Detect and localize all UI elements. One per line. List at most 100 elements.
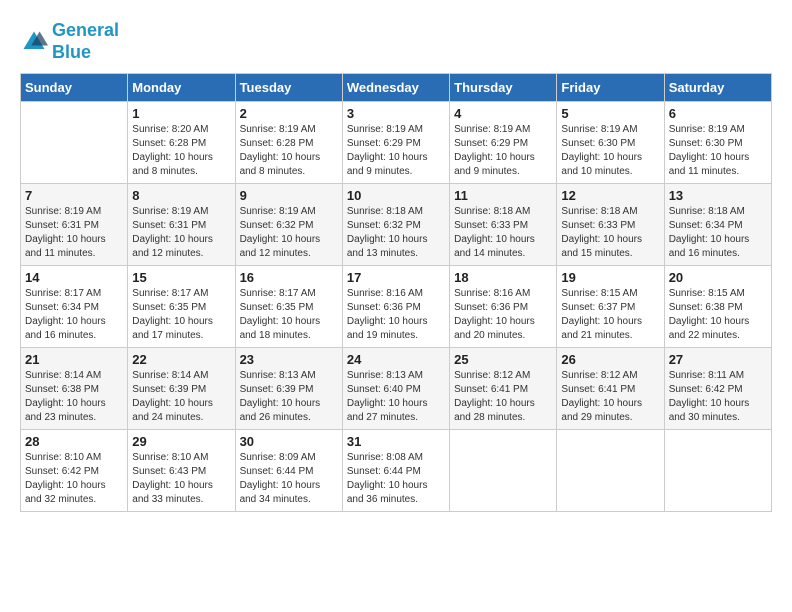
- weekday-header-friday: Friday: [557, 74, 664, 102]
- calendar-cell: 8 Sunrise: 8:19 AMSunset: 6:31 PMDaylight…: [128, 184, 235, 266]
- calendar-cell: 21Sunrise: 8:14 AMSunset: 6:38 PMDayligh…: [21, 348, 128, 430]
- calendar-week-3: 14 Sunrise: 8:17 AMSunset: 6:34 PMDayligh…: [21, 266, 772, 348]
- calendar-cell: 4Sunrise: 8:19 AMSunset: 6:29 PMDaylight…: [450, 102, 557, 184]
- day-info: Sunrise: 8:08 AMSunset: 6:44 PMDaylight:…: [347, 451, 445, 507]
- day-info: Sunrise: 8:16 AMSunset: 6:36 PMDaylight:…: [347, 287, 445, 343]
- day-info: Sunrise: 8:17 AMSunset: 6:34 PMDaylight:…: [25, 287, 123, 343]
- weekday-header-sunday: Sunday: [21, 74, 128, 102]
- day-number: 5: [561, 106, 659, 121]
- day-number: 26: [561, 352, 659, 367]
- calendar-cell: 23 Sunrise: 8:13 AMSunset: 6:39 PMDayligh…: [235, 348, 342, 430]
- day-number: 25: [454, 352, 552, 367]
- weekday-header-monday: Monday: [128, 74, 235, 102]
- calendar-cell: 28 Sunrise: 8:10 AMSunset: 6:42 PMDayligh…: [21, 430, 128, 512]
- calendar-cell: 6 Sunrise: 8:19 AMSunset: 6:30 PMDaylight…: [664, 102, 771, 184]
- day-number: 30: [240, 434, 338, 449]
- calendar-cell: 22 Sunrise: 8:14 AMSunset: 6:39 PMDayligh…: [128, 348, 235, 430]
- day-info: Sunrise: 8:19 AMSunset: 6:30 PMDaylight:…: [561, 123, 659, 179]
- logo: General Blue: [20, 20, 119, 63]
- day-info: Sunrise: 8:13 AMSunset: 6:40 PMDaylight:…: [347, 369, 445, 425]
- day-info: Sunrise: 8:19 AMSunset: 6:28 PMDaylight:…: [240, 123, 338, 179]
- day-number: 18: [454, 270, 552, 285]
- logo-icon: [20, 28, 48, 56]
- day-number: 1: [132, 106, 230, 121]
- day-info: Sunrise: 8:19 AMSunset: 6:30 PMDaylight:…: [669, 123, 767, 179]
- calendar-cell: 24 Sunrise: 8:13 AMSunset: 6:40 PMDayligh…: [342, 348, 449, 430]
- day-number: 20: [669, 270, 767, 285]
- day-info: Sunrise: 8:15 AMSunset: 6:38 PMDaylight:…: [669, 287, 767, 343]
- calendar-cell: 7 Sunrise: 8:19 AMSunset: 6:31 PMDaylight…: [21, 184, 128, 266]
- day-number: 7: [25, 188, 123, 203]
- day-number: 24: [347, 352, 445, 367]
- day-info: Sunrise: 8:12 AMSunset: 6:41 PMDaylight:…: [454, 369, 552, 425]
- day-info: Sunrise: 8:14 AMSunset: 6:38 PMDaylight:…: [25, 369, 123, 425]
- calendar-week-5: 28 Sunrise: 8:10 AMSunset: 6:42 PMDayligh…: [21, 430, 772, 512]
- calendar-body: 1 Sunrise: 8:20 AMSunset: 6:28 PMDaylight…: [21, 102, 772, 512]
- calendar-cell: 1 Sunrise: 8:20 AMSunset: 6:28 PMDaylight…: [128, 102, 235, 184]
- calendar-cell: [664, 430, 771, 512]
- page-header: General Blue: [20, 20, 772, 63]
- day-number: 11: [454, 188, 552, 203]
- calendar-cell: 17 Sunrise: 8:16 AMSunset: 6:36 PMDayligh…: [342, 266, 449, 348]
- day-info: Sunrise: 8:17 AMSunset: 6:35 PMDaylight:…: [240, 287, 338, 343]
- day-info: Sunrise: 8:17 AMSunset: 6:35 PMDaylight:…: [132, 287, 230, 343]
- day-info: Sunrise: 8:15 AMSunset: 6:37 PMDaylight:…: [561, 287, 659, 343]
- day-number: 14: [25, 270, 123, 285]
- day-number: 15: [132, 270, 230, 285]
- calendar-week-2: 7 Sunrise: 8:19 AMSunset: 6:31 PMDaylight…: [21, 184, 772, 266]
- day-number: 19: [561, 270, 659, 285]
- day-number: 27: [669, 352, 767, 367]
- calendar-cell: 25 Sunrise: 8:12 AMSunset: 6:41 PMDayligh…: [450, 348, 557, 430]
- day-number: 16: [240, 270, 338, 285]
- day-number: 13: [669, 188, 767, 203]
- weekday-header-tuesday: Tuesday: [235, 74, 342, 102]
- calendar-cell: [450, 430, 557, 512]
- calendar-cell: 9Sunrise: 8:19 AMSunset: 6:32 PMDaylight…: [235, 184, 342, 266]
- weekday-header-wednesday: Wednesday: [342, 74, 449, 102]
- day-info: Sunrise: 8:19 AMSunset: 6:31 PMDaylight:…: [132, 205, 230, 261]
- calendar-cell: 30 Sunrise: 8:09 AMSunset: 6:44 PMDayligh…: [235, 430, 342, 512]
- day-number: 29: [132, 434, 230, 449]
- day-number: 31: [347, 434, 445, 449]
- day-info: Sunrise: 8:18 AMSunset: 6:33 PMDaylight:…: [454, 205, 552, 261]
- day-info: Sunrise: 8:10 AMSunset: 6:43 PMDaylight:…: [132, 451, 230, 507]
- calendar-cell: 12 Sunrise: 8:18 AMSunset: 6:33 PMDayligh…: [557, 184, 664, 266]
- day-number: 6: [669, 106, 767, 121]
- day-info: Sunrise: 8:09 AMSunset: 6:44 PMDaylight:…: [240, 451, 338, 507]
- calendar-cell: 14 Sunrise: 8:17 AMSunset: 6:34 PMDayligh…: [21, 266, 128, 348]
- calendar-cell: [21, 102, 128, 184]
- day-info: Sunrise: 8:19 AMSunset: 6:29 PMDaylight:…: [454, 123, 552, 179]
- day-number: 8: [132, 188, 230, 203]
- day-info: Sunrise: 8:11 AMSunset: 6:42 PMDaylight:…: [669, 369, 767, 425]
- calendar-cell: 10 Sunrise: 8:18 AMSunset: 6:32 PMDayligh…: [342, 184, 449, 266]
- day-info: Sunrise: 8:18 AMSunset: 6:32 PMDaylight:…: [347, 205, 445, 261]
- day-number: 12: [561, 188, 659, 203]
- day-number: 23: [240, 352, 338, 367]
- day-number: 17: [347, 270, 445, 285]
- calendar-cell: 31 Sunrise: 8:08 AMSunset: 6:44 PMDayligh…: [342, 430, 449, 512]
- day-info: Sunrise: 8:20 AMSunset: 6:28 PMDaylight:…: [132, 123, 230, 179]
- calendar-cell: 18 Sunrise: 8:16 AMSunset: 6:36 PMDayligh…: [450, 266, 557, 348]
- day-number: 9: [240, 188, 338, 203]
- day-number: 10: [347, 188, 445, 203]
- calendar-cell: 26Sunrise: 8:12 AMSunset: 6:41 PMDayligh…: [557, 348, 664, 430]
- calendar-cell: [557, 430, 664, 512]
- calendar-cell: 3Sunrise: 8:19 AMSunset: 6:29 PMDaylight…: [342, 102, 449, 184]
- weekday-header-thursday: Thursday: [450, 74, 557, 102]
- day-number: 3: [347, 106, 445, 121]
- calendar-cell: 16 Sunrise: 8:17 AMSunset: 6:35 PMDayligh…: [235, 266, 342, 348]
- day-info: Sunrise: 8:16 AMSunset: 6:36 PMDaylight:…: [454, 287, 552, 343]
- day-info: Sunrise: 8:14 AMSunset: 6:39 PMDaylight:…: [132, 369, 230, 425]
- day-info: Sunrise: 8:18 AMSunset: 6:33 PMDaylight:…: [561, 205, 659, 261]
- day-info: Sunrise: 8:13 AMSunset: 6:39 PMDaylight:…: [240, 369, 338, 425]
- calendar-cell: 5 Sunrise: 8:19 AMSunset: 6:30 PMDaylight…: [557, 102, 664, 184]
- day-number: 28: [25, 434, 123, 449]
- calendar-week-1: 1 Sunrise: 8:20 AMSunset: 6:28 PMDaylight…: [21, 102, 772, 184]
- calendar-week-4: 21Sunrise: 8:14 AMSunset: 6:38 PMDayligh…: [21, 348, 772, 430]
- calendar-cell: 11 Sunrise: 8:18 AMSunset: 6:33 PMDayligh…: [450, 184, 557, 266]
- day-info: Sunrise: 8:19 AMSunset: 6:31 PMDaylight:…: [25, 205, 123, 261]
- calendar-cell: 19 Sunrise: 8:15 AMSunset: 6:37 PMDayligh…: [557, 266, 664, 348]
- day-info: Sunrise: 8:10 AMSunset: 6:42 PMDaylight:…: [25, 451, 123, 507]
- calendar-table: SundayMondayTuesdayWednesdayThursdayFrid…: [20, 73, 772, 512]
- day-number: 22: [132, 352, 230, 367]
